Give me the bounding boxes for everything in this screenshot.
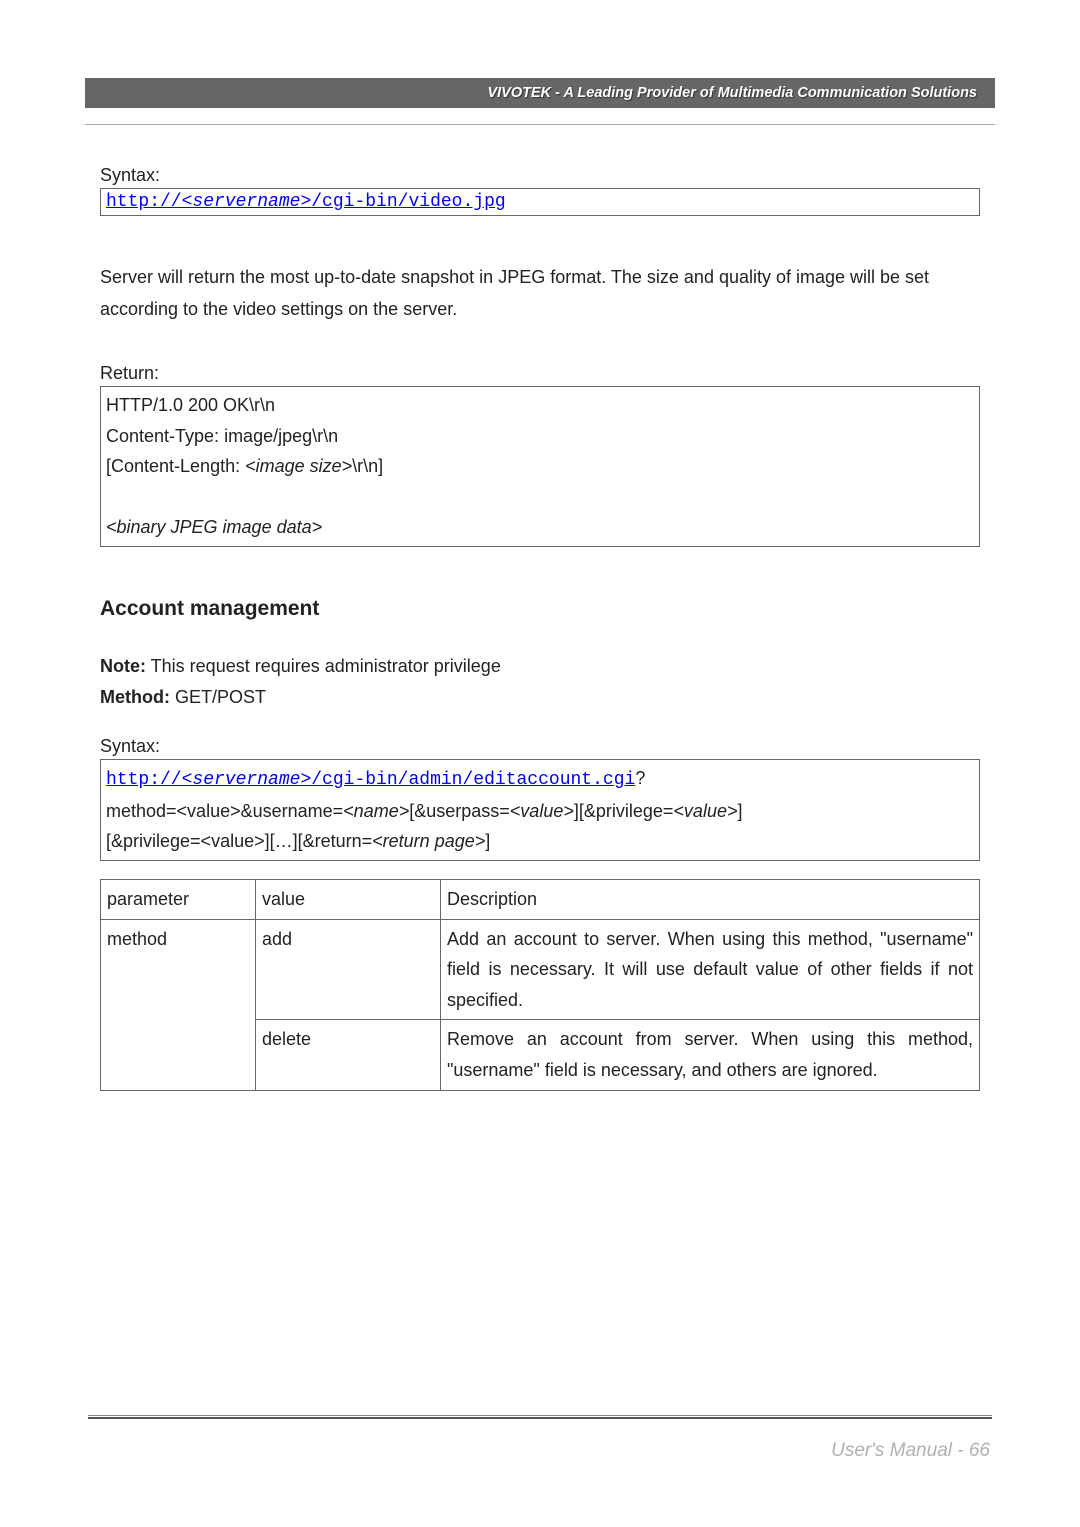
account-mgmt-heading: Account management [100,597,980,621]
syntax-line-3: [&privilege=<value>][…][&return=<return … [106,826,974,857]
syntax-line-2: method=<value>&username=<name>[&userpass… [106,796,974,827]
header-underline [85,124,995,125]
cell-add-desc: Add an account to server. When using thi… [441,919,980,1020]
footer-rule [88,1415,992,1419]
table-row: method add Add an account to server. Whe… [101,919,980,1020]
editaccount-url-link[interactable]: http://<servername>/cgi-bin/admin/editac… [106,770,635,790]
params-table: parameter value Description method add A… [100,879,980,1091]
return-line-1: HTTP/1.0 200 OK\r\n [106,390,974,421]
cell-method: method [101,919,256,1090]
return-line-4: <binary JPEG image data> [106,512,974,543]
return-line-3: [Content-Length: <image size>\r\n] [106,451,974,482]
note-text: This request requires administrator priv… [146,656,501,676]
return-label: Return: [100,363,980,384]
syntax-label-2: Syntax: [100,736,980,757]
return-line-2: Content-Type: image/jpeg\r\n [106,421,974,452]
syntax-label-1: Syntax: [100,165,980,186]
video-url-link[interactable]: http://<servername>/cgi-bin/video.jpg [106,192,506,212]
syntax-box-2: http://<servername>/cgi-bin/admin/editac… [100,759,980,861]
table-header-row: parameter value Description [101,879,980,919]
header-text: VIVOTEK - A Leading Provider of Multimed… [487,85,977,101]
note-label: Note: [100,656,146,676]
page: VIVOTEK - A Leading Provider of Multimed… [0,0,1080,1527]
cell-delete-desc: Remove an account from server. When usin… [441,1020,980,1090]
snapshot-description: Server will return the most up-to-date s… [100,262,980,325]
th-description: Description [441,879,980,919]
cell-add: add [256,919,441,1020]
return-box: HTTP/1.0 200 OK\r\n Content-Type: image/… [100,386,980,547]
method-label: Method: [100,687,170,707]
note-block: Note: This request requires administrato… [100,651,980,712]
th-parameter: parameter [101,879,256,919]
header-bar: VIVOTEK - A Leading Provider of Multimed… [85,78,995,108]
method-text: GET/POST [170,687,266,707]
th-value: value [256,879,441,919]
content: Syntax: http://<servername>/cgi-bin/vide… [100,165,980,1091]
cell-delete: delete [256,1020,441,1090]
syntax-box-1: http://<servername>/cgi-bin/video.jpg [100,188,980,216]
page-footer: User's Manual - 66 [831,1440,990,1462]
